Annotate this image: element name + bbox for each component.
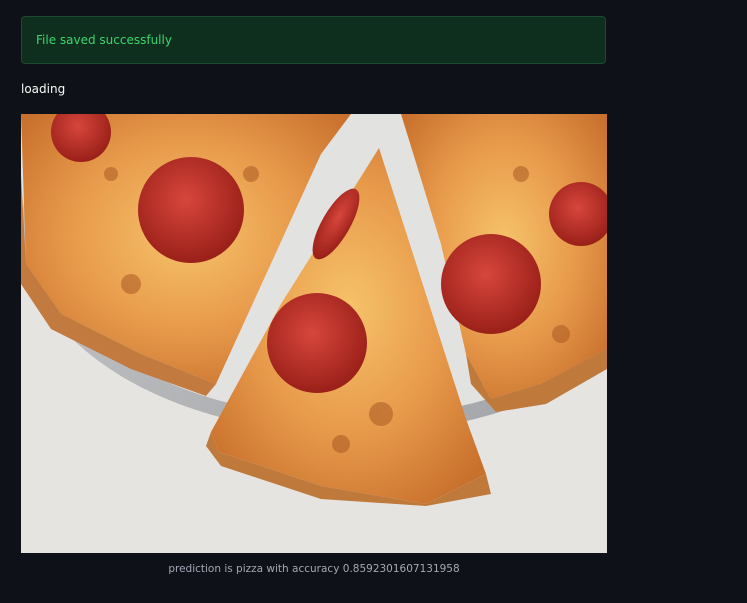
uploaded-image (21, 114, 607, 553)
success-alert-message: File saved successfully (36, 33, 172, 47)
pizza-image (21, 114, 607, 553)
app-root: File saved successfully loading predicti… (0, 0, 747, 603)
prediction-caption: prediction is pizza with accuracy 0.8592… (168, 563, 460, 575)
status-text: loading (21, 82, 66, 96)
success-alert: File saved successfully (21, 16, 606, 64)
